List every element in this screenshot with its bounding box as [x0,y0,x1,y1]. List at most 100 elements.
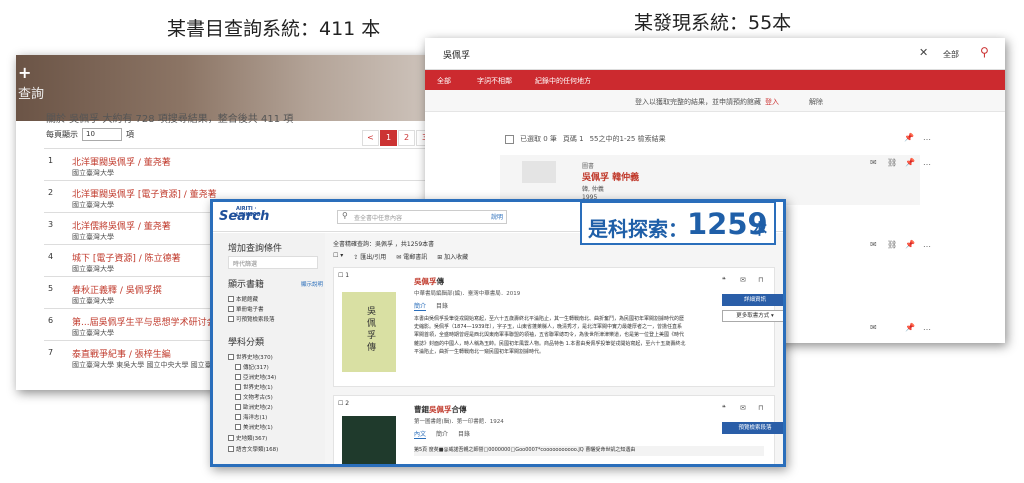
filter-all[interactable]: 全部 [437,76,451,86]
subject-heading: 學科分類 [228,338,265,348]
caption-discovery: 某發現系統：55本 [634,12,792,34]
subject-checkbox[interactable]: 傳記(317) [235,363,269,371]
row-title-link[interactable]: 北洋軍閥吳佩孚 [電子資源] / 董尧著 [72,187,217,200]
page-prev[interactable]: < [362,130,379,146]
subject-checkbox[interactable]: 史地類(367) [228,434,267,442]
row-number: 4 [48,252,54,261]
row-title-link[interactable]: 北洋軍閥吳佩孚 / 董尧著 [72,155,171,168]
pin-icon[interactable]: 📌 [904,133,914,142]
subject-checkbox[interactable]: 歐洲史地(2) [235,403,273,411]
bookmark-icon[interactable]: ⊓ [758,276,763,284]
email-icon[interactable]: ✉ [870,158,877,167]
link-icon[interactable]: ⛓ [887,158,897,167]
row-number: 7 [48,348,54,357]
time-filter-placeholder: 時代篩選 [233,261,258,268]
result-checkbox[interactable]: ☐ 2 [338,400,349,407]
cover-title: 吳佩孚傳 [365,306,375,354]
result-title-link[interactable]: 吳佩孚傳 [414,276,444,287]
subject-checkbox[interactable]: 文物考古(5) [235,393,273,401]
email-icon[interactable]: ✉ [740,404,746,412]
results-tools: ☐ ▾ ⇪ 匯出/引用 ✉ 電郵書訊 ⊞ 加入收藏 [333,252,468,261]
row-holdings: 國立臺灣大學 [72,265,114,273]
page-1[interactable]: 1 [380,130,397,146]
discovery-search-bar: 吳佩孚 ✕ 全部 ⚲ [425,38,1005,70]
preview-button[interactable]: 預覽檢索段落 [722,422,783,434]
per-page-control: 每頁顯示 10 項 [46,128,134,141]
select-all-checkbox[interactable] [505,134,514,144]
favorite-button[interactable]: ⊞ 加入收藏 [437,252,468,261]
more-icon[interactable]: … [923,323,931,332]
tab-intro[interactable]: 簡介 [414,301,427,311]
login-link[interactable]: 登入 [765,97,779,107]
quote-icon[interactable]: ❝ [722,276,726,284]
subject-checkbox[interactable]: 世界史地(1) [235,383,273,391]
export-button[interactable]: ⇪ 匯出/引用 [353,252,386,261]
email-icon[interactable]: ✉ [870,323,877,332]
row-title-link[interactable]: 第...屆吳佩孚生平与思想学术研讨会论 [72,315,225,328]
result-checkbox[interactable]: ☐ 1 [338,272,349,279]
time-filter-input[interactable]: 時代篩選 [228,256,318,269]
row-holdings: 國立臺灣大學 [72,201,114,209]
pin-icon[interactable]: 📌 [905,158,915,167]
row-number: 5 [48,284,54,293]
row-holdings: 國立臺灣大學 [72,233,114,241]
row-holdings: 國立臺灣大學 [72,329,114,337]
result-stat: 全書精確查詢：吳佩孚 ，共1259本書 [333,241,435,248]
per-page-unit: 項 [126,130,134,139]
subject-checkbox[interactable]: 美洲史地(1) [235,423,273,431]
help-link[interactable]: 說明 [491,212,503,221]
result-card: 圖書 吳佩孚 韓仲義 韓, 仲義 1995 [500,155,920,205]
filter-checkbox[interactable]: 本館館藏 [228,295,258,303]
more-access-button[interactable]: 更多取書方式 ▾ [722,310,783,322]
results-summary: 關於 吳佩孚 大約有 728 項搜尋結果，整合後共 411 項 [46,114,294,125]
quote-icon[interactable]: ❝ [722,404,726,412]
email-icon[interactable]: ✉ [740,276,746,284]
row-title-link[interactable]: 春秋正義釋 / 吳佩孚撰 [72,283,162,296]
search-icon[interactable]: ⚲ [980,45,989,59]
result-item: ☐ 2 曹錕吳佩孚合傳 第一圖書館(輯)．第一印書館．1924 內文 簡介 目錄 第… [333,395,783,464]
email-button[interactable]: ✉ 電郵書訊 [396,252,427,261]
tab-toc[interactable]: 目錄 [436,301,448,311]
result-item: ☐ 1 吳佩孚傳 吳佩孚傳 中華書局編輯部(編)．臺灣中華書局．2019 簡介目… [333,267,783,387]
subject-checkbox[interactable]: 語言文學類(168) [228,445,278,453]
result-author: 韓, 仲義 [582,186,604,193]
result-description: 本書由吳佩孚投筆從戎開始寫起，至六十五歲壽終北平淪陷止，其一生轉戰南北、曲折奮鬥… [414,316,686,355]
bookmark-icon[interactable]: ⊓ [758,404,763,412]
filter-checkbox[interactable]: 可預覽檢索段落 [228,315,275,323]
dismiss-button[interactable]: 解除 [809,97,823,107]
row-title-link[interactable]: 城下 [電子資源] / 陈立德著 [72,251,181,264]
row-title-link[interactable]: 泰直戰爭紀事 / 張梓生編 [72,347,171,360]
pin-icon[interactable]: 📌 [905,240,915,249]
page-2[interactable]: 2 [398,130,415,146]
show-help-link[interactable]: 顯示說明 [301,280,323,288]
subject-checkbox[interactable]: 世界史地(370) [228,353,273,361]
email-icon[interactable]: ✉ [870,240,877,249]
filter-anywhere[interactable]: 紀錄中的任何地方 [535,76,591,86]
result-publisher: 中華書局編輯部(編)．臺灣中華書局．2019 [414,291,521,297]
result-range: 55之中的1-25 檢索結果 [589,135,666,143]
per-page-select[interactable]: 10 [82,128,122,141]
filter-word-proximity[interactable]: 字詞不相鄰 [477,76,512,86]
result-title-link[interactable]: 曹錕吳佩孚合傳 [414,404,467,415]
subject-checkbox[interactable]: 亞洲史地(34) [235,373,276,381]
tab-intro[interactable]: 簡介 [436,429,448,439]
tab-toc[interactable]: 目錄 [458,429,470,439]
row-title-link[interactable]: 北洋儒將吳佩孚 / 董尧著 [72,219,171,232]
result-title-link[interactable]: 吳佩孚 韓仲義 [582,170,639,183]
pin-icon[interactable]: 📌 [905,323,915,332]
tab-content[interactable]: 內文 [414,429,427,439]
header-title: 查詢 [18,87,45,102]
more-icon[interactable]: … [923,133,931,142]
scope-select[interactable]: 全部 [943,49,959,60]
details-button[interactable]: 詳細資訊 [722,294,783,306]
search-input[interactable]: 吳佩孚 [443,48,470,61]
more-icon[interactable]: … [923,240,931,249]
more-icon[interactable]: … [923,158,931,167]
fulltext-search-input[interactable]: ⚲ 查全書中任意內容 [337,210,507,224]
clear-icon[interactable]: ✕ [919,46,928,59]
pagination: < 1 2 3 [362,130,433,146]
subject-checkbox[interactable]: 海洋志(1) [235,413,267,421]
filter-checkbox[interactable]: 單冊電子書 [228,305,264,313]
link-icon[interactable]: ⛓ [887,240,897,249]
select-checkbox[interactable]: ☐ ▾ [333,252,343,261]
